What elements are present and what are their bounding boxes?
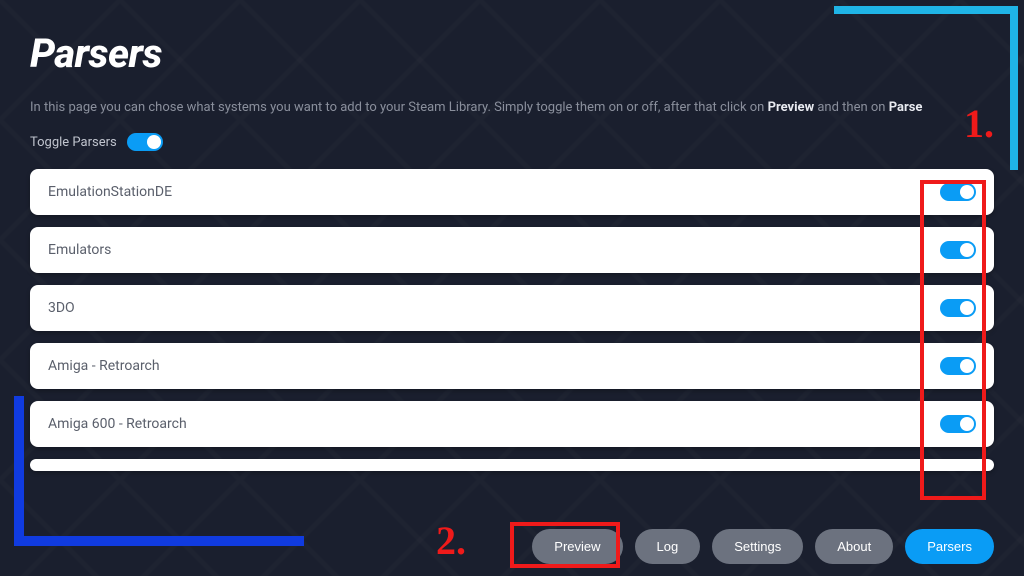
log-button[interactable]: Log xyxy=(635,529,701,564)
toggle-all-label: Toggle Parsers xyxy=(30,135,117,150)
desc-bold-preview: Preview xyxy=(768,100,815,115)
toggle-all-row: Toggle Parsers xyxy=(30,133,994,151)
parser-row: Amiga - Retroarch xyxy=(30,343,994,389)
page-title: Parsers xyxy=(30,30,994,77)
parser-name: 3DO xyxy=(48,300,75,316)
desc-mid: and then on xyxy=(814,100,889,115)
about-button[interactable]: About xyxy=(815,529,893,564)
parser-name: Emulators xyxy=(48,242,111,258)
bottom-nav: Preview Log Settings About Parsers xyxy=(532,529,994,564)
parser-row: 3DO xyxy=(30,285,994,331)
parser-name: Amiga 600 - Retroarch xyxy=(48,416,187,432)
annotation-number-1: 1. xyxy=(964,100,994,147)
settings-button[interactable]: Settings xyxy=(712,529,803,564)
parser-toggle[interactable] xyxy=(940,183,976,201)
toggle-all-switch[interactable] xyxy=(127,133,163,151)
page-description: In this page you can chose what systems … xyxy=(30,99,994,117)
parser-name: Amiga - Retroarch xyxy=(48,358,160,374)
desc-pre: In this page you can chose what systems … xyxy=(30,100,768,115)
parser-row: Amiga 600 - Retroarch xyxy=(30,401,994,447)
parser-name: EmulationStationDE xyxy=(48,184,172,200)
parser-toggle[interactable] xyxy=(940,299,976,317)
annotation-corner-blue xyxy=(14,536,304,546)
annotation-number-2: 2. xyxy=(436,517,466,564)
parsers-button[interactable]: Parsers xyxy=(905,529,994,564)
parser-row-partial xyxy=(30,459,994,471)
parser-row: EmulationStationDE xyxy=(30,169,994,215)
parser-toggle[interactable] xyxy=(940,241,976,259)
parser-toggle[interactable] xyxy=(940,357,976,375)
desc-bold-parse: Parse xyxy=(889,100,923,115)
parser-row: Emulators xyxy=(30,227,994,273)
parser-toggle[interactable] xyxy=(940,415,976,433)
parser-list: EmulationStationDE Emulators 3DO Amiga -… xyxy=(30,169,994,471)
preview-button[interactable]: Preview xyxy=(532,529,622,564)
